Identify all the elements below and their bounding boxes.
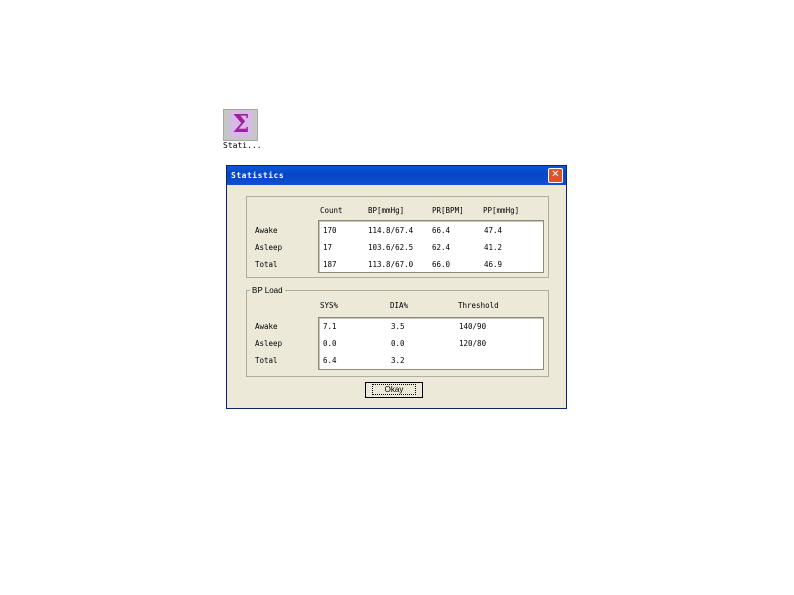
row-label: Asleep [255,243,283,252]
launcher-label: Stati... [223,141,262,150]
table-cell: 120/80 [459,339,487,348]
header-sys: SYS% [320,301,339,310]
table-cell: 47.4 [484,226,503,235]
statistics-dialog: Statistics ✕ Count BP[mmHg] PR[BPM] PP[m… [226,165,567,409]
table-cell: 6.4 [323,356,337,365]
close-icon: ✕ [551,169,560,180]
row-label: Awake [255,226,278,235]
bp-load-group: BP Load SYS% DIA% Threshold Awake 7.1 3.… [246,286,549,377]
table-cell: 46.9 [484,260,503,269]
bp-load-values-panel [318,317,544,370]
statistics-launcher[interactable]: Σ Stati... [221,108,269,152]
table-cell: 62.4 [432,243,451,252]
window-title: Statistics [231,171,285,180]
sigma-icon: Σ [230,111,252,137]
close-button[interactable]: ✕ [548,168,563,183]
table-cell: 17 [323,243,333,252]
table-cell: 3.2 [391,356,405,365]
table-cell: 66.0 [432,260,451,269]
statistics-tile: Σ [223,109,258,141]
table-cell: 3.5 [391,322,405,331]
header-bp: BP[mmHg] [368,206,405,215]
table-cell: 170 [323,226,337,235]
table-cell: 7.1 [323,322,337,331]
table-cell: 114.8/67.4 [368,226,414,235]
table-cell: 113.8/67.0 [368,260,414,269]
row-label: Asleep [255,339,283,348]
header-pp: PP[mmHg] [483,206,520,215]
header-count: Count [320,206,343,215]
table-cell: 187 [323,260,337,269]
header-threshold: Threshold [458,301,499,310]
header-dia: DIA% [390,301,409,310]
table-cell: 140/90 [459,322,487,331]
summary-values-panel [318,220,544,273]
row-label: Total [255,260,278,269]
row-label: Total [255,356,278,365]
bp-load-legend: BP Load [250,286,285,295]
table-cell: 0.0 [323,339,337,348]
header-pr: PR[BPM] [432,206,464,215]
okay-button-label: Okay [371,384,417,395]
okay-button[interactable]: Okay [365,382,423,398]
title-bar[interactable]: Statistics ✕ [227,166,566,185]
row-label: Awake [255,322,278,331]
table-cell: 66.4 [432,226,451,235]
table-cell: 0.0 [391,339,405,348]
table-cell: 103.6/62.5 [368,243,414,252]
summary-group: Count BP[mmHg] PR[BPM] PP[mmHg] Awake 17… [246,196,549,278]
table-cell: 41.2 [484,243,503,252]
